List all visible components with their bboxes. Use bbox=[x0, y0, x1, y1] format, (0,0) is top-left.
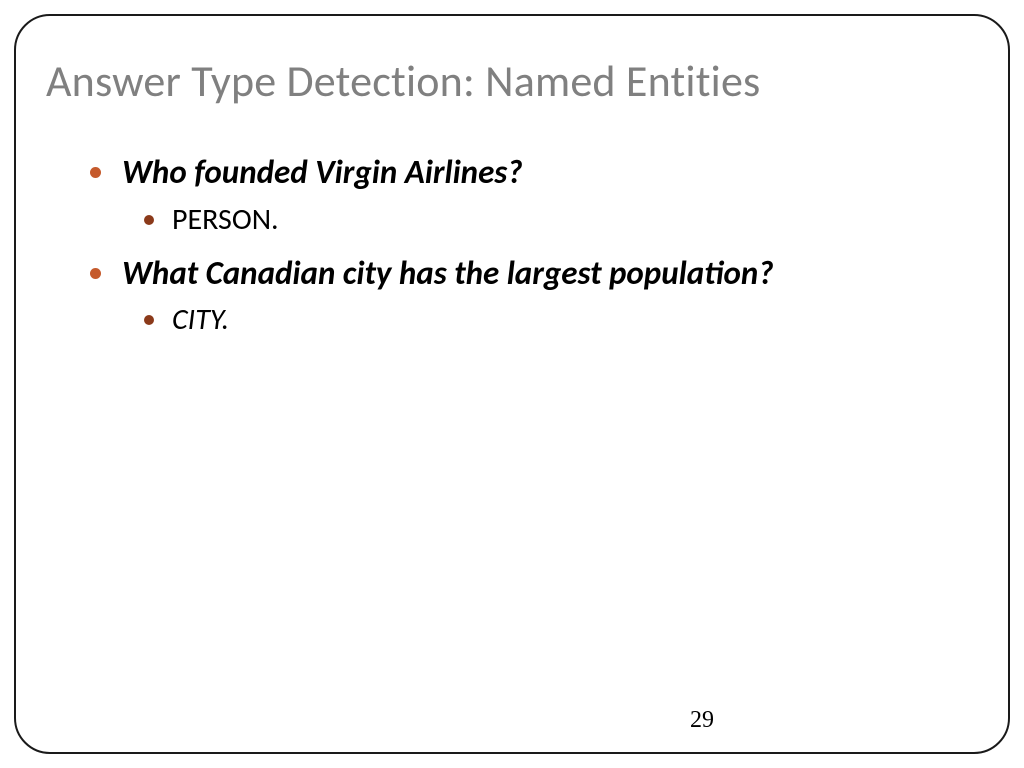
bullet-answer-1-text: PERSON. bbox=[172, 201, 279, 238]
bullet-answer-1: PERSON. bbox=[144, 199, 978, 241]
bullet-question-1: Who founded Virgin Airlines? bbox=[90, 150, 978, 195]
bullet-answer-2-text: CITY. bbox=[172, 301, 229, 338]
slide-content: Who founded Virgin Airlines? PERSON. Wha… bbox=[46, 150, 978, 341]
page-number: 29 bbox=[16, 707, 1008, 734]
bullet-question-1-text: Who founded Virgin Airlines? bbox=[122, 152, 523, 192]
slide-title: Answer Type Detection: Named Entities bbox=[46, 54, 978, 108]
bullet-question-2-text: What Canadian city has the largest popul… bbox=[122, 253, 774, 293]
bullet-answer-2: CITY. bbox=[144, 299, 978, 341]
slide-frame: Answer Type Detection: Named Entities Wh… bbox=[14, 14, 1010, 754]
bullet-question-2: What Canadian city has the largest popul… bbox=[90, 251, 978, 296]
